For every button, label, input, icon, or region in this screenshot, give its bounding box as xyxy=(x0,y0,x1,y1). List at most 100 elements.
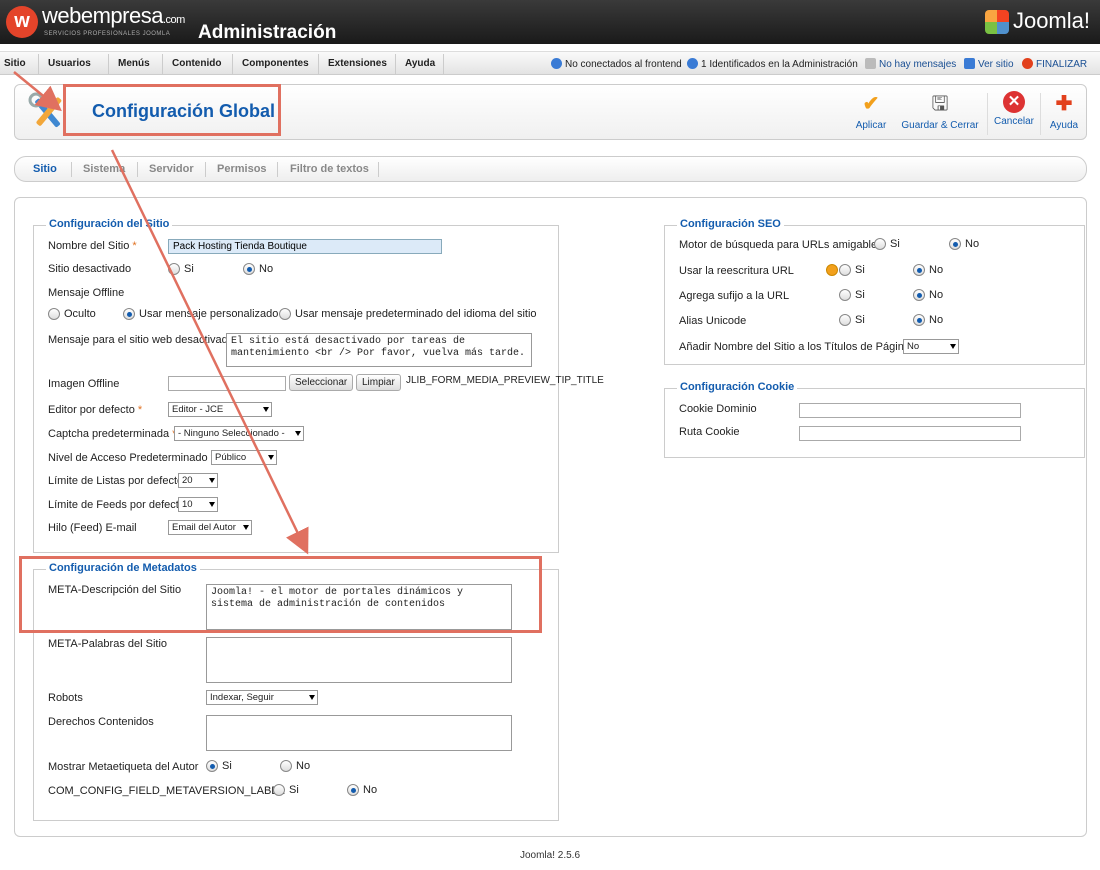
robots-label: Robots xyxy=(48,692,83,704)
suffix-yes-radio[interactable] xyxy=(839,289,851,301)
list-limit-select[interactable]: 20 xyxy=(178,473,218,488)
offline-custom-radio[interactable] xyxy=(123,308,135,320)
sitename-titles-select[interactable]: No xyxy=(903,339,959,354)
logout-link[interactable]: FINALIZAR xyxy=(1022,58,1087,70)
meta-author-yes-label: Si xyxy=(222,760,232,772)
cookie-path-label: Ruta Cookie xyxy=(679,426,740,438)
offline-message-label: Mensaje Offline xyxy=(48,287,125,299)
unicode-label: Alias Unicode xyxy=(679,315,747,327)
offline-hidden-label: Oculto xyxy=(64,308,96,320)
users-icon xyxy=(551,58,562,69)
meta-version-no-radio[interactable] xyxy=(347,784,359,796)
rewrite-no-label: No xyxy=(929,264,944,276)
offline-no-label: No xyxy=(259,263,274,275)
feed-email-select[interactable]: Email del Autor xyxy=(168,520,252,535)
offline-text-area[interactable]: El sitio está desactivado por tareas de … xyxy=(226,333,532,367)
header-title: Administración xyxy=(198,22,337,43)
suffix-label: Agrega sufijo a la URL xyxy=(679,290,790,302)
site-config-legend: Configuración del Sitio xyxy=(46,218,173,230)
warning-icon xyxy=(826,264,838,276)
unicode-yes-radio[interactable] xyxy=(839,314,851,326)
feed-limit-label: Límite de Feeds por defecto xyxy=(48,499,185,511)
unicode-no-label: No xyxy=(929,314,944,326)
suffix-no-radio[interactable] xyxy=(913,289,925,301)
feed-limit-select[interactable]: 10 xyxy=(178,497,218,512)
cookie-path-input[interactable] xyxy=(799,426,1021,441)
feed-email-label: Hilo (Feed) E-mail xyxy=(48,522,137,534)
offline-no-radio[interactable] xyxy=(243,263,255,275)
menu-extensiones[interactable]: Extensiones xyxy=(328,58,387,69)
help-button[interactable]: ✚ Ayuda xyxy=(1045,91,1083,131)
suffix-yes-label: Si xyxy=(855,289,865,301)
apply-button[interactable]: ✔ Aplicar xyxy=(851,91,891,131)
sef-label: Motor de búsqueda para URLs amigables xyxy=(679,239,883,251)
meta-author-no-radio[interactable] xyxy=(280,760,292,772)
menu-componentes[interactable]: Componentes xyxy=(242,58,309,69)
menu-usuarios[interactable]: Usuarios xyxy=(48,58,91,69)
title-highlight-box xyxy=(63,84,281,136)
sef-yes-radio[interactable] xyxy=(874,238,886,250)
message-icon xyxy=(865,58,876,69)
site-name-input[interactable] xyxy=(168,239,442,254)
config-content: Configuración del Sitio Nombre del Sitio… xyxy=(14,197,1087,837)
cookie-domain-label: Cookie Dominio xyxy=(679,403,757,415)
admin-status: 1 Identificados en la Administración xyxy=(687,58,858,70)
content-rights-label: Derechos Contenidos xyxy=(48,716,154,728)
meta-version-label: COM_CONFIG_FIELD_METAVERSION_LABEL xyxy=(48,785,285,797)
access-label: Nivel de Acceso Predeterminado * xyxy=(48,452,215,464)
tab-servidor[interactable]: Servidor xyxy=(149,163,194,175)
view-site-link[interactable]: Ver sitio xyxy=(964,58,1014,70)
meta-version-yes-radio[interactable] xyxy=(273,784,285,796)
site-name-label: Nombre del Sitio * xyxy=(48,240,137,252)
clear-image-button[interactable]: Limpiar xyxy=(356,374,401,391)
menu-contenido[interactable]: Contenido xyxy=(172,58,221,69)
offline-image-input[interactable] xyxy=(168,376,286,391)
access-select[interactable]: Público xyxy=(211,450,277,465)
admin-header: w webempresa.com SERVICIOS PROFESIONALES… xyxy=(0,0,1100,44)
save-close-button[interactable]: 🖫 Guardar & Cerrar xyxy=(897,91,983,131)
sef-no-radio[interactable] xyxy=(949,238,961,250)
rewrite-no-radio[interactable] xyxy=(913,264,925,276)
cancel-button[interactable]: ✕ Cancelar xyxy=(991,91,1037,127)
offline-hidden-radio[interactable] xyxy=(48,308,60,320)
logout-icon xyxy=(1022,58,1033,69)
meta-author-yes-radio[interactable] xyxy=(206,760,218,772)
offline-default-radio[interactable] xyxy=(279,308,291,320)
rewrite-yes-radio[interactable] xyxy=(839,264,851,276)
captcha-label: Captcha predeterminada * xyxy=(48,428,176,440)
frontend-status: No conectados al frontend xyxy=(551,58,682,70)
offline-label: Sitio desactivado xyxy=(48,263,132,275)
users-icon xyxy=(687,58,698,69)
menu-ayuda[interactable]: Ayuda xyxy=(405,58,435,69)
menu-menus[interactable]: Menús xyxy=(118,58,150,69)
monitor-icon xyxy=(964,58,975,69)
joomla-logo: Joomla! xyxy=(984,8,1090,35)
messages-link[interactable]: No hay mensajes xyxy=(865,58,956,70)
tab-sistema[interactable]: Sistema xyxy=(83,163,125,175)
cancel-icon: ✕ xyxy=(1003,91,1025,113)
select-image-button[interactable]: Seleccionar xyxy=(289,374,354,391)
content-rights-area[interactable] xyxy=(206,715,512,751)
cookie-fieldset: Configuración Cookie Cookie Dominio Ruta… xyxy=(664,381,1085,458)
unicode-no-radio[interactable] xyxy=(913,314,925,326)
meta-keywords-area[interactable] xyxy=(206,637,512,683)
offline-yes-label: Si xyxy=(184,263,194,275)
tab-sitio[interactable]: Sitio xyxy=(33,163,57,175)
offline-yes-radio[interactable] xyxy=(168,263,180,275)
seo-fieldset: Configuración SEO Motor de búsqueda para… xyxy=(664,218,1085,365)
robots-select[interactable]: Indexar, Seguir xyxy=(206,690,318,705)
menu-sitio[interactable]: Sitio xyxy=(4,58,26,69)
tab-filtro-textos[interactable]: Filtro de textos xyxy=(290,163,369,175)
captcha-select[interactable]: - Ninguno Seleccionado - xyxy=(174,426,304,441)
cookie-domain-input[interactable] xyxy=(799,403,1021,418)
meta-version-yes-label: Si xyxy=(289,784,299,796)
editor-select[interactable]: Editor - JCE xyxy=(168,402,272,417)
cookie-legend: Configuración Cookie xyxy=(677,381,798,393)
meta-version-no-label: No xyxy=(363,784,378,796)
tab-permisos[interactable]: Permisos xyxy=(217,163,267,175)
main-menubar: Sitio Usuarios Menús Contenido Component… xyxy=(0,51,1100,75)
rewrite-label: Usar la reescritura URL xyxy=(679,265,794,277)
meta-author-no-label: No xyxy=(296,760,311,772)
unicode-yes-label: Si xyxy=(855,314,865,326)
brand-logo: webempresa.com xyxy=(42,3,185,28)
